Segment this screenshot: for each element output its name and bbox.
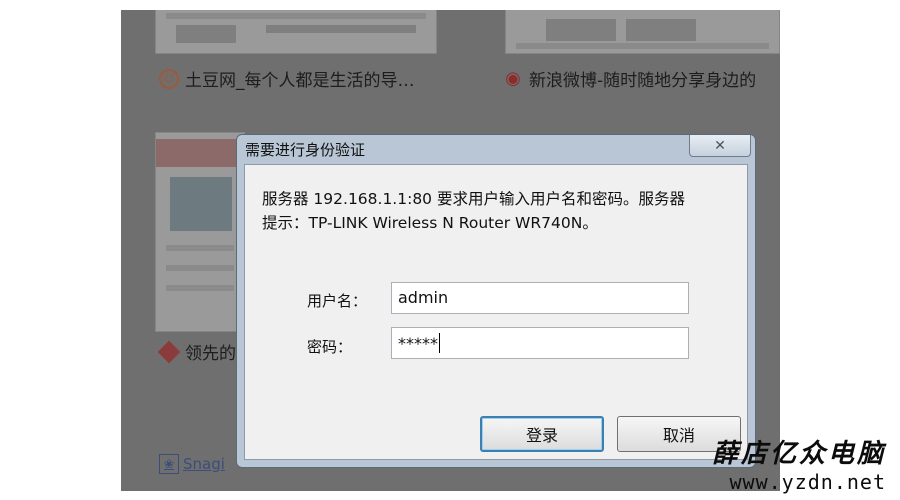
site-link-label: Snagi xyxy=(183,455,225,473)
username-field[interactable]: admin xyxy=(391,282,689,314)
site-thumbnail-lead[interactable] xyxy=(155,132,245,332)
site-link-label: 新浪微博-随时随地分享身边的 xyxy=(529,71,757,91)
text-caret xyxy=(439,333,440,353)
thumbnail-block xyxy=(546,19,616,41)
watermark-name: 薛店亿众电脑 xyxy=(711,439,886,469)
username-label: 用户名： xyxy=(307,292,368,310)
site-link-label: 土豆网_每个人都是生活的导… xyxy=(185,71,415,91)
site-link-lead[interactable]: 领先的 xyxy=(157,339,236,364)
watermark: 薛店亿众电脑 www.yzdn.net xyxy=(712,433,886,494)
thumbnail-bar xyxy=(166,245,234,251)
dialog-title: 需要进行身份验证 xyxy=(245,141,366,159)
auth-message-line: 提示：TP-LINK Wireless N Router WR740N。 xyxy=(262,214,598,232)
close-button[interactable]: ✕ xyxy=(689,135,751,157)
thumbnail-bar xyxy=(516,43,769,49)
thumbnail-bar xyxy=(166,285,234,291)
password-value: ***** xyxy=(398,333,438,353)
tudou-logo-icon: ☺ xyxy=(159,68,179,89)
diamond-logo-icon xyxy=(157,340,181,363)
auth-dialog: 需要进行身份验证 ✕ 服务器 192.168.1.1:80 要求用户输入用户名和… xyxy=(236,134,756,468)
thumbnail-block xyxy=(626,19,696,41)
auth-message: 服务器 192.168.1.1:80 要求用户输入用户名和密码。服务器 提示：T… xyxy=(262,187,742,235)
thumbnail-block xyxy=(266,25,416,33)
site-link-tudou[interactable]: ☺ 土豆网_每个人都是生活的导… xyxy=(159,66,415,91)
site-thumbnail-tudou[interactable] xyxy=(155,10,437,54)
thumbnail-banner xyxy=(156,139,244,167)
weibo-logo-icon: ◉ xyxy=(505,68,521,89)
thumbnail-block xyxy=(176,25,236,43)
site-thumbnail-weibo[interactable] xyxy=(505,10,780,54)
dialog-body: 服务器 192.168.1.1:80 要求用户输入用户名和密码。服务器 提示：T… xyxy=(244,164,748,460)
watermark-url: www.yzdn.net xyxy=(729,470,886,494)
paw-icon: ❀ xyxy=(159,454,179,474)
site-link-label: 领先的 xyxy=(185,344,236,364)
login-button[interactable]: 登录 xyxy=(480,416,604,452)
thumbnail-bar xyxy=(166,265,234,271)
auth-message-line: 服务器 192.168.1.1:80 要求用户输入用户名和密码。服务器 xyxy=(262,190,685,208)
close-icon: ✕ xyxy=(714,137,726,154)
username-value: admin xyxy=(398,288,449,307)
thumbnail-bar xyxy=(166,13,426,19)
dialog-titlebar[interactable]: 需要进行身份验证 ✕ xyxy=(237,135,755,163)
site-link-weibo[interactable]: ◉ 新浪微博-随时随地分享身边的 xyxy=(503,66,756,91)
site-link-snag[interactable]: ❀ Snagi xyxy=(159,454,225,474)
thumbnail-image xyxy=(170,177,232,231)
password-field[interactable]: ***** xyxy=(391,327,689,359)
password-label: 密码： xyxy=(307,338,353,356)
